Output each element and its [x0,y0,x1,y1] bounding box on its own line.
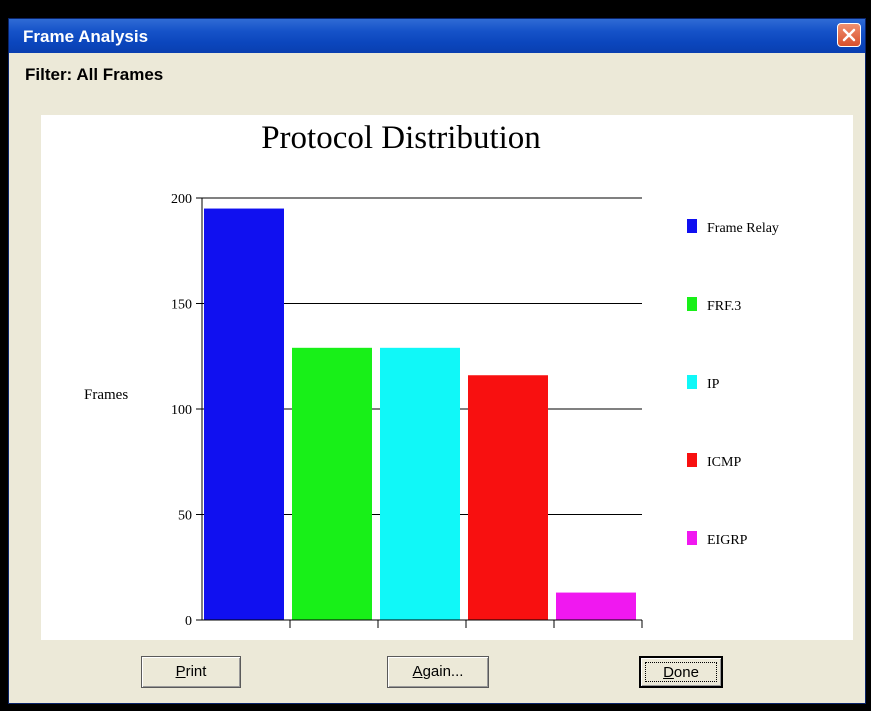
legend-swatch [687,297,697,311]
bar-eigrp [556,592,636,620]
close-button[interactable] [837,23,861,47]
legend-swatch [687,375,697,389]
again-label: gain... [422,663,464,680]
title-bar[interactable]: Frame Analysis [9,19,865,53]
filter-label: Filter: All Frames [25,65,164,84]
done-focus-rect: Done [645,662,717,682]
done-button[interactable]: Done [639,656,723,688]
frame-analysis-window: Frame Analysis Filter: All Frames Protoc… [8,18,866,704]
done-label: one [673,664,699,681]
window-title: Frame Analysis [23,27,149,46]
legend-label: FRF.3 [707,299,741,314]
legend-swatch [687,219,697,233]
y-axis-label: Frames [84,387,128,403]
bar-icmp [468,375,548,620]
y-tick-label: 0 [185,614,192,629]
bar-frf-3 [292,347,372,620]
print-mnemonic: P [175,663,186,680]
legend-label: IP [707,377,720,392]
close-icon [842,28,856,42]
bar-ip [380,347,460,620]
y-tick-label: 50 [178,509,192,524]
legend-label: EIGRP [707,533,748,548]
y-tick-label: 150 [171,298,192,313]
legend-label: Frame Relay [707,221,779,236]
legend-swatch [687,531,697,545]
y-tick-label: 200 [171,192,192,207]
legend-label: ICMP [707,455,741,470]
print-button[interactable]: Print [141,656,241,688]
again-mnemonic: A [412,663,423,680]
legend-swatch [687,453,697,467]
done-mnemonic: D [663,664,674,681]
again-button[interactable]: Again... [387,656,489,688]
bar-frame-relay [204,208,284,621]
chart-panel: Protocol Distribution Frames 0 50 100 150 20… [41,115,853,640]
y-tick-label: 100 [171,403,192,418]
protocol-distribution-chart: Protocol Distribution Frames 0 50 100 150 20… [84,120,779,629]
chart-title: Protocol Distribution [261,120,541,156]
print-label: rint [185,663,207,680]
